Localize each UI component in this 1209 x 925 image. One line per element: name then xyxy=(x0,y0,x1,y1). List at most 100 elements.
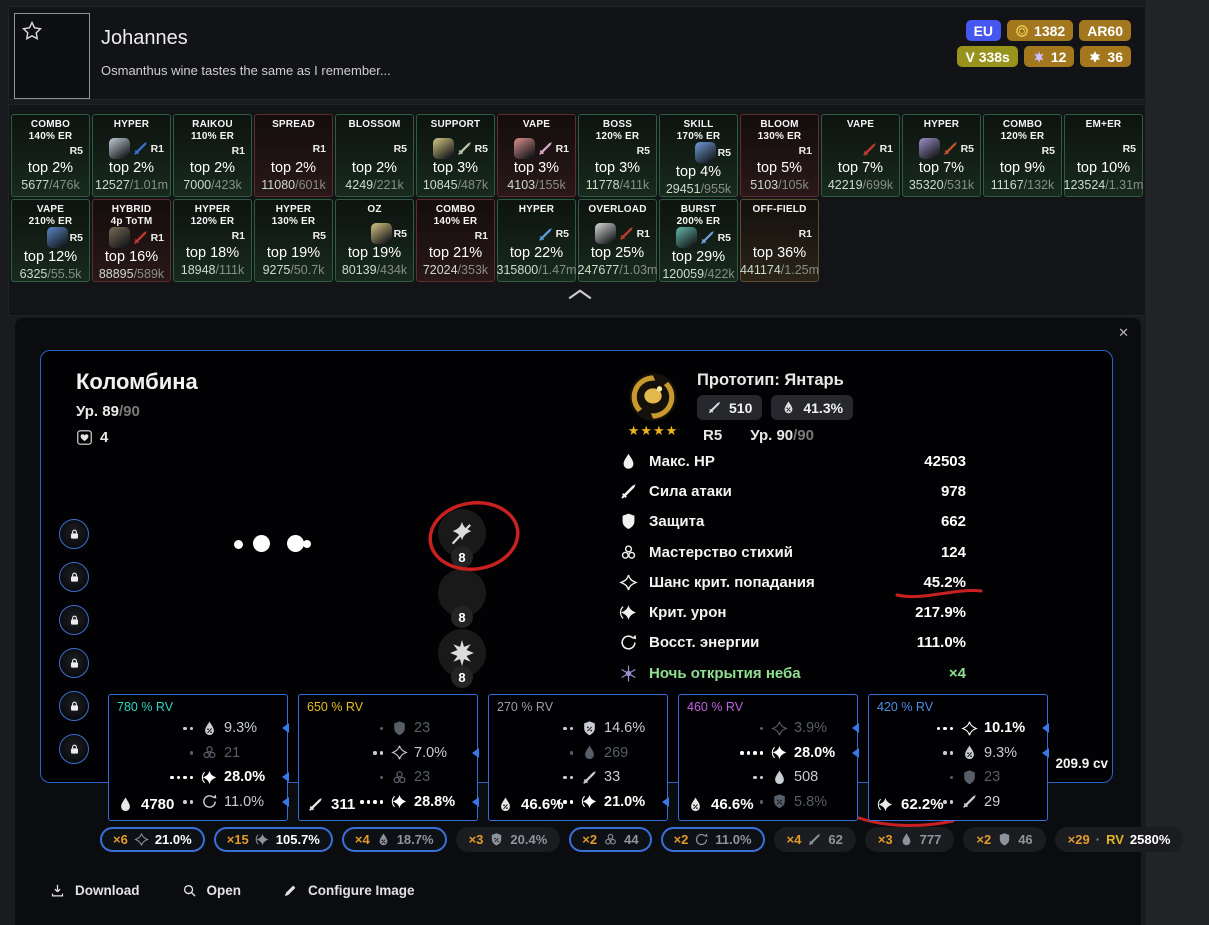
lock-button[interactable] xyxy=(59,605,89,635)
roll-count: ×4 xyxy=(355,832,370,847)
build-card[interactable]: HYPER120% ERR1top 18%18948/111k xyxy=(173,199,252,282)
cd-icon xyxy=(771,744,788,761)
action-download[interactable]: Download xyxy=(50,883,140,898)
lock-button[interactable] xyxy=(59,648,89,678)
action-label: Download xyxy=(75,883,140,898)
build-card[interactable]: OFF-FIELDR1top 36%441174/1.25m xyxy=(740,199,819,282)
lock-button[interactable] xyxy=(59,734,89,764)
build-card[interactable]: BOSS120% ERR5top 3%11778/411k xyxy=(578,114,657,197)
roll-dots xyxy=(760,727,764,731)
substat-row: 9.3% xyxy=(170,716,278,741)
substat-row: 269 xyxy=(557,741,659,766)
substat-row: 28.0% xyxy=(170,765,278,790)
artifact-substats: 9.3%2128.0%11.0% xyxy=(170,716,278,814)
build-card-icons: R5 xyxy=(433,138,491,159)
build-card[interactable]: SKILL170% ERR5top 4%29451/955k xyxy=(659,114,738,197)
atk-icon xyxy=(807,832,822,847)
build-card-title: COMBO140% ER xyxy=(29,119,73,142)
character-icon xyxy=(433,138,454,159)
hp-icon xyxy=(619,452,638,471)
substat-value: 5.8% xyxy=(794,794,848,810)
build-card-rank: top 19% xyxy=(267,244,320,263)
friendship-icon xyxy=(76,429,93,446)
upgrade-arrow-icon xyxy=(472,797,479,807)
build-card[interactable]: RAIKOU110% ERR1top 2%7000/423k xyxy=(173,114,252,197)
build-card-rank: top 7% xyxy=(919,159,964,178)
build-card-icons: R1 xyxy=(109,227,167,248)
avatar[interactable] xyxy=(14,13,90,99)
close-icon[interactable]: ✕ xyxy=(1118,325,1129,341)
build-card-rank: top 4% xyxy=(676,163,721,182)
build-card[interactable]: HYPERR5top 22%315800/1.47m xyxy=(497,199,576,282)
build-card-score: 18948/111k xyxy=(181,263,245,278)
substat-row: 21.0% xyxy=(557,790,659,815)
upgrade-arrow-icon xyxy=(852,723,859,733)
build-card[interactable]: HYPERR1top 2%12527/1.01m xyxy=(92,114,171,197)
action-open[interactable]: Open xyxy=(182,883,242,898)
build-card-title: HYPER xyxy=(114,119,149,138)
build-card[interactable]: VAPE210% ERR5top 12%6325/55.5k xyxy=(11,199,90,282)
lock-icon xyxy=(68,700,81,713)
stat-row-er: Восст. энергии111.0% xyxy=(619,628,966,658)
lock-button[interactable] xyxy=(59,562,89,592)
build-card[interactable]: EM+ERR5top 10%123524/1.31m xyxy=(1064,114,1143,197)
build-card[interactable]: COMBO120% ERR5top 9%11167/132k xyxy=(983,114,1062,197)
hp-percent-icon xyxy=(781,400,796,415)
build-card-title: BLOOM130% ER xyxy=(758,119,802,142)
substat-value: 9.3% xyxy=(984,745,1038,761)
build-card[interactable]: SPREADR1top 2%11080/601k xyxy=(254,114,333,197)
roll-dots xyxy=(190,751,194,755)
build-card-icons: R5 xyxy=(637,142,653,159)
def_pct-icon xyxy=(489,832,504,847)
roll-count: ×4 xyxy=(787,832,802,847)
build-card[interactable]: VAPER1top 7%42219/699k xyxy=(821,114,900,197)
build-card[interactable]: VAPER1top 3%4103/155k xyxy=(497,114,576,197)
build-card-score: 9275/50.7k xyxy=(263,263,325,278)
lock-icon xyxy=(68,571,81,584)
upgrade-arrow-icon xyxy=(662,797,669,807)
build-card-icons: R1 xyxy=(799,142,815,159)
favorite-star-icon[interactable] xyxy=(21,20,43,42)
substat-row: 7.0% xyxy=(360,741,468,766)
build-card[interactable]: OZR5top 19%80139/434k xyxy=(335,199,414,282)
action-label: Open xyxy=(207,883,242,898)
talent-burst-icon xyxy=(447,638,477,668)
build-card-score: 6325/55.5k xyxy=(20,267,82,282)
collapse-button[interactable] xyxy=(567,287,593,301)
roll-dots xyxy=(380,776,384,780)
build-card[interactable]: BLOOM130% ERR1top 5%5103/105k xyxy=(740,114,819,197)
build-card-rank: top 2% xyxy=(190,159,235,178)
lock-button[interactable] xyxy=(59,691,89,721)
build-card[interactable]: HYPER130% ERR5top 19%9275/50.7k xyxy=(254,199,333,282)
build-card-rank: top 19% xyxy=(348,244,401,263)
build-card[interactable]: HYBRID4p ToTMR1top 16%88895/589k xyxy=(92,199,171,282)
substat-value: 28.8% xyxy=(414,794,468,810)
refine-label: R5 xyxy=(70,232,83,244)
build-card-score: 42219/699k xyxy=(828,178,893,193)
lock-button[interactable] xyxy=(59,519,89,549)
build-card-rank: top 29% xyxy=(672,248,725,267)
roll-dots xyxy=(170,776,193,780)
substat-value: 21.0% xyxy=(604,794,658,810)
substat-row: 10.1% xyxy=(937,716,1039,741)
build-card[interactable]: BLOSSOMR5top 2%4249/221k xyxy=(335,114,414,197)
action-configure-image[interactable]: Configure Image xyxy=(283,883,415,898)
em-icon xyxy=(391,769,408,786)
badge-row: V 338s1236 xyxy=(957,46,1131,67)
refine-label: R5 xyxy=(475,143,488,155)
build-card[interactable]: SUPPORTR5top 3%10845/487k xyxy=(416,114,495,197)
badge-label: 12 xyxy=(1051,49,1067,65)
build-card[interactable]: OVERLOADR1top 25%247677/1.03m xyxy=(578,199,657,282)
build-card-score: 5677/476k xyxy=(21,178,79,193)
build-card[interactable]: COMBO140% ERR1top 21%72024/353k xyxy=(416,199,495,282)
build-card[interactable]: BURST200% ERR5top 29%120059/422k xyxy=(659,199,738,282)
roll-dots xyxy=(183,727,193,731)
build-card-score: 4103/155k xyxy=(507,178,565,193)
build-card-icons: R5 xyxy=(70,142,86,159)
build-card[interactable]: COMBO140% ERR5top 2%5677/476k xyxy=(11,114,90,197)
artifact-substats: 237.0%2328.8% xyxy=(360,716,468,814)
roll-dots xyxy=(360,800,383,804)
roll-dots xyxy=(740,751,763,755)
artifact-mainstat: 4780 xyxy=(117,796,174,813)
build-card[interactable]: HYPERR5top 7%35320/531k xyxy=(902,114,981,197)
